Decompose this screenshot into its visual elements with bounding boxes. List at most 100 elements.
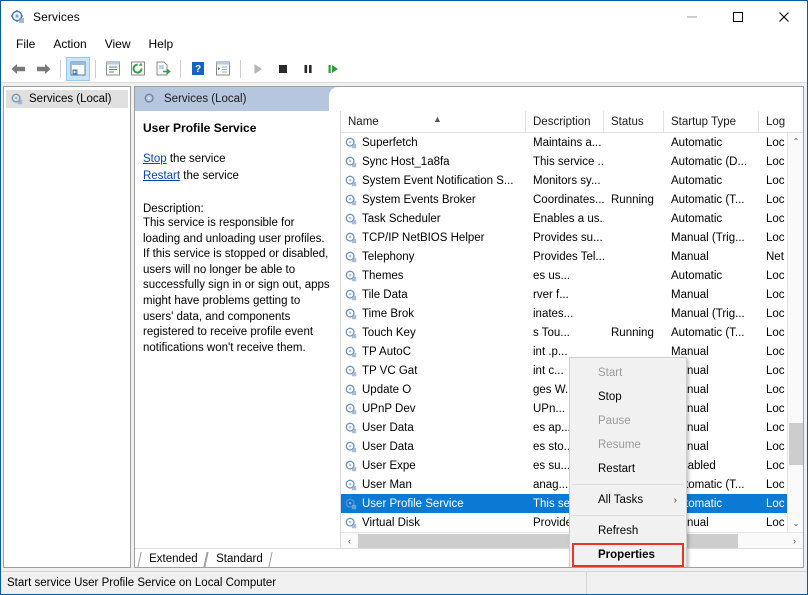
service-gear-icon [344, 307, 358, 321]
table-row[interactable]: Sync Host_1a8faThis service ...Automatic… [341, 152, 803, 171]
scroll-left-arrow-icon[interactable]: ‹ [341, 533, 358, 549]
description-label: Description: [143, 203, 331, 215]
service-gear-icon [344, 364, 358, 378]
pause-service-icon[interactable] [296, 57, 320, 81]
cell-startup-type: Automatic [664, 270, 759, 282]
cell-name: User Data [341, 421, 526, 435]
forward-icon[interactable] [31, 57, 55, 81]
start-service-icon[interactable] [246, 57, 270, 81]
table-row[interactable]: Task SchedulerEnables a us...AutomaticLo… [341, 209, 803, 228]
stop-service-action[interactable]: Stop the service [143, 151, 331, 168]
vertical-scroll-thumb[interactable] [789, 423, 803, 465]
service-name-label: TP VC Gat [362, 365, 417, 377]
context-menu-item-label: Properties [598, 549, 655, 561]
back-icon[interactable] [6, 57, 30, 81]
pane-header-title: Services (Local) [164, 93, 246, 105]
table-row[interactable]: Themeses us...AutomaticLoc [341, 266, 803, 285]
context-menu-item-label: Refresh [598, 525, 638, 537]
restart-service-action[interactable]: Restart the service [143, 168, 331, 185]
restart-service-suffix: the service [180, 170, 239, 182]
service-name-label: Sync Host_1a8fa [362, 156, 450, 168]
context-menu[interactable]: StartStopPauseResumeRestartAll Tasks›Ref… [569, 357, 687, 568]
table-row[interactable]: SuperfetchMaintains a...AutomaticLoc [341, 133, 803, 152]
close-button[interactable] [761, 1, 807, 33]
context-menu-item-wrapper: Refresh [570, 519, 686, 543]
context-menu-item-refresh[interactable]: Refresh [570, 519, 686, 543]
cell-description: Provides su... [526, 232, 604, 244]
service-gear-icon [344, 421, 358, 435]
cell-description: int .p... [526, 346, 604, 358]
table-row[interactable]: Time Brokinates...Manual (Trig...Loc [341, 304, 803, 323]
toolbar-separator [240, 60, 241, 78]
service-details-panel: User Profile Service Stop the service Re… [135, 111, 340, 548]
cell-name: User Profile Service [341, 497, 526, 511]
cell-description: Provides Tel... [526, 251, 604, 263]
column-header-description[interactable]: Description [526, 111, 604, 132]
table-row[interactable]: System Events BrokerCoordinates...Runnin… [341, 190, 803, 209]
details-view-icon[interactable] [211, 57, 235, 81]
service-gear-icon [344, 345, 358, 359]
cell-startup-type: Automatic [664, 175, 759, 187]
cell-startup-type: Automatic [664, 213, 759, 225]
vertical-scrollbar[interactable]: ⌃⌄ [787, 133, 803, 532]
restart-service-icon[interactable] [321, 57, 345, 81]
menu-item-view[interactable]: View [96, 35, 140, 53]
service-gear-icon [344, 440, 358, 454]
scroll-right-arrow-icon[interactable]: › [786, 533, 803, 549]
cell-description: Enables a us... [526, 213, 604, 225]
menu-item-action[interactable]: Action [44, 35, 95, 53]
menu-item-help[interactable]: Help [140, 35, 183, 53]
maximize-button[interactable] [715, 1, 761, 33]
service-name-label: Themes [362, 270, 404, 282]
context-menu-item-properties[interactable]: Properties [570, 543, 686, 567]
column-header-startup-type[interactable]: Startup Type [664, 111, 759, 132]
export-list-icon[interactable] [151, 57, 175, 81]
show-hide-console-tree-icon[interactable] [66, 57, 90, 81]
column-header-status[interactable]: Status [604, 111, 664, 132]
scroll-down-arrow-icon[interactable]: ⌄ [788, 515, 803, 532]
service-gear-icon [344, 136, 358, 150]
menu-item-file[interactable]: File [7, 35, 44, 53]
context-menu-item-help[interactable]: Help [570, 567, 686, 568]
view-tabs: Extended Standard [135, 548, 803, 567]
services-gear-icon [143, 92, 157, 106]
stop-service-suffix: the service [167, 153, 226, 165]
cell-startup-type: Automatic (T... [664, 194, 759, 206]
service-name-label: Virtual Disk [362, 517, 420, 529]
table-row[interactable]: System Event Notification S...Monitors s… [341, 171, 803, 190]
service-gear-icon [344, 326, 358, 340]
cell-startup-type: Automatic [664, 137, 759, 149]
tab-standard[interactable]: Standard [204, 552, 272, 567]
description-text: This service is responsible for loading … [143, 216, 331, 356]
context-menu-item-all-tasks[interactable]: All Tasks› [570, 488, 686, 512]
context-menu-item-label: Pause [598, 415, 631, 427]
cell-name: UPnP Dev [341, 402, 526, 416]
stop-service-link[interactable]: Stop [143, 153, 167, 165]
stop-service-icon[interactable] [271, 57, 295, 81]
refresh-icon[interactable] [126, 57, 150, 81]
service-name-label: Update O [362, 384, 411, 396]
table-row[interactable]: Touch Keys Tou...RunningAutomatic (T...L… [341, 323, 803, 342]
main-body: Services (Local) Services (Local) User P… [1, 84, 807, 570]
minimize-button[interactable] [669, 1, 715, 33]
pane-header: Services (Local) [135, 87, 803, 111]
column-header-log-on-as[interactable]: Log [759, 111, 801, 132]
restart-service-link[interactable]: Restart [143, 170, 180, 182]
context-menu-item-restart[interactable]: Restart [570, 457, 686, 481]
table-row[interactable]: TCP/IP NetBIOS HelperProvides su...Manua… [341, 228, 803, 247]
service-gear-icon [344, 383, 358, 397]
service-gear-icon [344, 516, 358, 530]
scroll-up-arrow-icon[interactable]: ⌃ [788, 133, 803, 150]
table-row[interactable]: Tile Data rver f...ManualLoc [341, 285, 803, 304]
service-name-label: System Event Notification S... [362, 175, 513, 187]
tree-node-services-local[interactable]: Services (Local) [6, 90, 128, 108]
results-pane: Services (Local) User Profile Service St… [134, 86, 804, 568]
cell-name: System Events Broker [341, 193, 526, 207]
cell-name: Update O [341, 383, 526, 397]
context-menu-item-stop[interactable]: Stop [570, 385, 686, 409]
properties-icon[interactable] [101, 57, 125, 81]
table-row[interactable]: TelephonyProvides Tel...ManualNet [341, 247, 803, 266]
column-header-name[interactable]: Name ▲ [341, 111, 526, 132]
tab-extended[interactable]: Extended [137, 552, 207, 567]
help-icon[interactable]: ? [186, 57, 210, 81]
